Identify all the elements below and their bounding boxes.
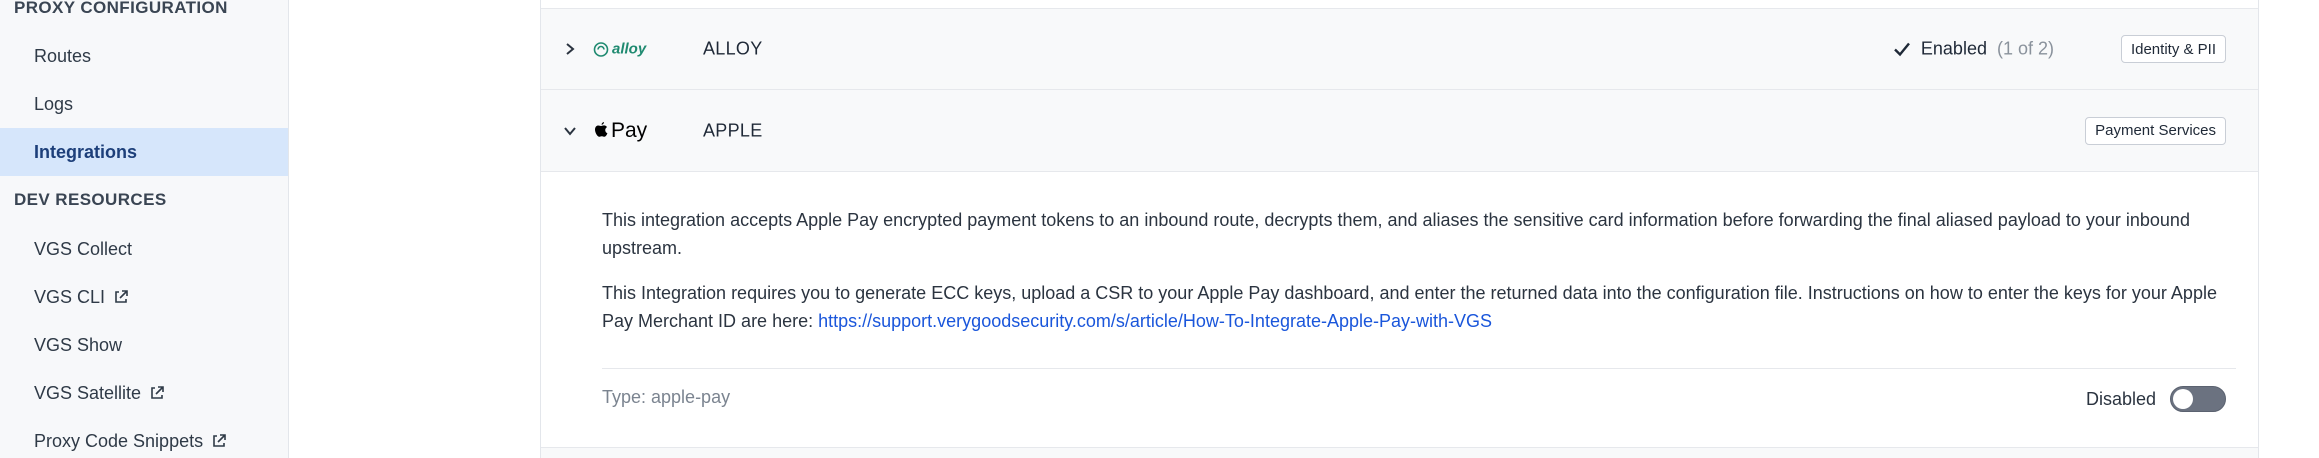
sidebar-item-label: Logs xyxy=(34,93,74,114)
status-count: (1 of 2) xyxy=(1996,38,2054,59)
external-link-icon xyxy=(115,290,128,303)
status-text: Enabled xyxy=(1920,38,1987,59)
chevron-right-icon[interactable] xyxy=(563,42,577,56)
external-link-icon xyxy=(213,434,226,447)
sidebar-item-label: Routes xyxy=(34,45,92,66)
alloy-logo-icon xyxy=(593,41,609,57)
checkmark-icon xyxy=(1894,42,1910,56)
sidebar-item-vgs-satellite[interactable]: VGS Satellite xyxy=(0,369,288,417)
integration-instructions: This Integration requires you to generat… xyxy=(602,279,2242,335)
sidebar: PROXY CONFIGURATION Routes Logs Integrat… xyxy=(0,0,289,458)
toggle-knob xyxy=(2173,389,2193,409)
next-integration-row[interactable] xyxy=(541,447,2258,458)
sidebar-item-label: Proxy Code Snippets xyxy=(34,430,204,451)
section-title-dev-resources: DEV RESOURCES xyxy=(14,190,167,209)
integrations-panel: alloy ALLOY Enabled (1 of 2) Identity & … xyxy=(540,0,2259,458)
alloy-logo: alloy xyxy=(593,41,646,58)
integration-name: ALLOY xyxy=(703,38,763,59)
sidebar-item-integrations[interactable]: Integrations xyxy=(0,128,288,176)
sidebar-item-proxy-code-snippets[interactable]: Proxy Code Snippets xyxy=(0,417,288,458)
integration-row-alloy[interactable]: alloy ALLOY Enabled (1 of 2) Identity & … xyxy=(541,8,2258,90)
section-title-proxy-configuration: PROXY CONFIGURATION xyxy=(14,0,228,17)
apple-pay-logo-text: Pay xyxy=(611,118,648,142)
sidebar-item-logs[interactable]: Logs xyxy=(0,80,288,128)
integration-type: Type: apple-pay xyxy=(602,387,731,407)
sidebar-item-vgs-collect[interactable]: VGS Collect xyxy=(0,225,288,273)
apple-pay-logo: Pay xyxy=(593,119,647,143)
category-tag: Payment Services xyxy=(2085,116,2226,145)
status-indicator: Enabled (1 of 2) xyxy=(1893,39,2054,60)
sidebar-item-vgs-show[interactable]: VGS Show xyxy=(0,321,288,369)
sidebar-item-label: Integrations xyxy=(34,141,138,162)
alloy-logo-text: alloy xyxy=(612,40,647,58)
integration-row-apple[interactable]: Pay APPLE Payment Services xyxy=(541,90,2258,172)
sidebar-item-routes[interactable]: Routes xyxy=(0,32,288,80)
enable-toggle[interactable] xyxy=(2170,386,2226,412)
external-link-icon xyxy=(151,386,164,399)
sidebar-item-vgs-cli[interactable]: VGS CLI xyxy=(0,273,288,321)
sidebar-item-label: VGS Collect xyxy=(34,238,133,259)
divider xyxy=(602,368,2236,369)
chevron-down-icon[interactable] xyxy=(563,124,577,138)
sidebar-item-label: VGS Show xyxy=(34,334,123,355)
sidebar-item-label: VGS CLI xyxy=(34,286,106,307)
integration-name: APPLE xyxy=(703,120,763,140)
apple-logo-icon xyxy=(595,122,608,137)
integration-description: This integration accepts Apple Pay encry… xyxy=(602,210,2190,258)
sidebar-item-label: VGS Satellite xyxy=(34,382,142,403)
category-tag: Identity & PII xyxy=(2120,35,2226,63)
toggle-label: Disabled xyxy=(2085,388,2156,409)
enable-toggle-group: Disabled xyxy=(2086,386,2226,412)
support-link[interactable]: https://support.verygoodsecurity.com/s/a… xyxy=(818,311,1492,331)
